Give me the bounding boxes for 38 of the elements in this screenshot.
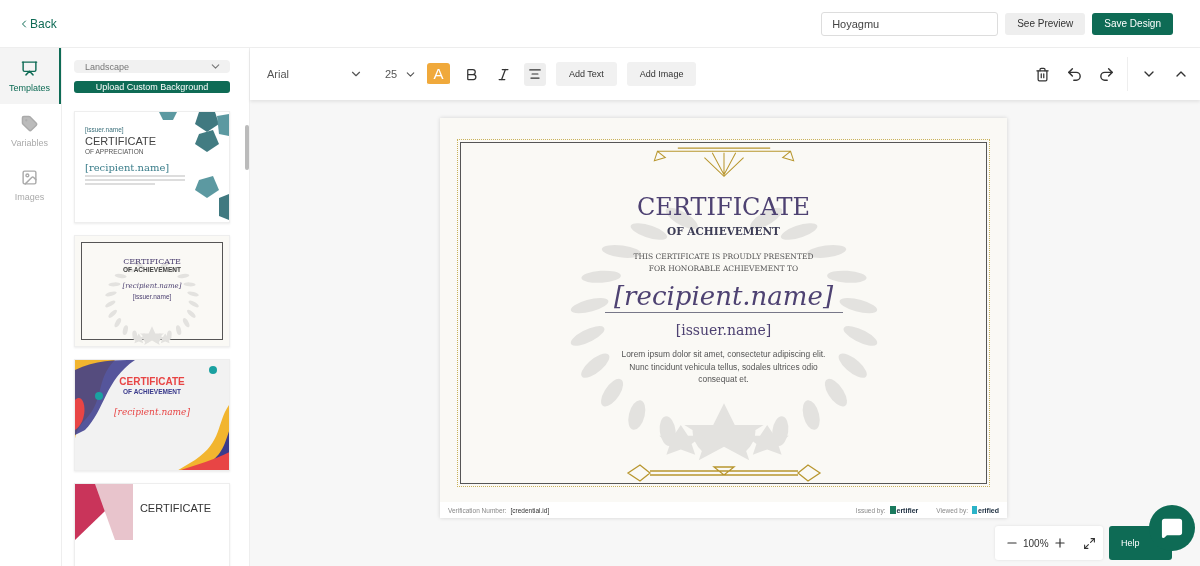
recipient-placeholder: [recipient.name] bbox=[85, 161, 171, 174]
sidebar-tab[interactable]: Templates bbox=[0, 48, 61, 104]
scrollbar-thumb[interactable] bbox=[245, 125, 249, 170]
template-title: CERTIFICATE bbox=[123, 257, 181, 267]
trash-icon bbox=[1034, 66, 1050, 82]
recipient-placeholder: [recipient.name] bbox=[604, 281, 843, 313]
template-title: CERTIFICATE bbox=[119, 376, 185, 388]
certificate-title: CERTIFICATE bbox=[636, 193, 811, 221]
add-text-button[interactable]: Add Text bbox=[556, 62, 617, 86]
certificate-subtitle: OF ACHIEVEMENT bbox=[667, 225, 780, 237]
easel-icon bbox=[21, 59, 38, 77]
align-center-icon bbox=[528, 67, 542, 81]
align-center-button[interactable] bbox=[524, 62, 546, 86]
plus-icon bbox=[1052, 536, 1067, 550]
recipient-placeholder: [recipient.name] bbox=[114, 406, 190, 418]
template-thumbnail[interactable]: CERTIFICATE bbox=[74, 483, 230, 566]
tag-icon bbox=[21, 114, 38, 132]
design-name-field[interactable]: Hoyagmu bbox=[821, 11, 999, 36]
issuer-placeholder: [issuer.name] bbox=[675, 322, 772, 338]
redo-icon bbox=[1097, 65, 1115, 83]
triangle-drawing bbox=[75, 484, 133, 540]
undo-icon bbox=[1065, 65, 1083, 83]
see-preview-button[interactable]: See Preview bbox=[1005, 12, 1086, 35]
font-size-dropdown[interactable]: 25 bbox=[385, 67, 417, 81]
italic-icon bbox=[495, 66, 511, 82]
expand-icon bbox=[1083, 536, 1097, 550]
add-image-button[interactable]: Add Image bbox=[626, 62, 697, 86]
upload-background-button[interactable]: Upload Custom Background bbox=[74, 81, 230, 93]
description-text: Lorem ipsum dolor sit amet, consectetur adipiscing elit. Nunc tincidunt vehicula tellus, sodales ultrices odio consequat et. bbox=[620, 348, 827, 386]
orientation-dropdown[interactable]: Landscape bbox=[74, 60, 230, 73]
back-link[interactable]: Back bbox=[18, 16, 57, 31]
chat-icon bbox=[1161, 517, 1183, 539]
zoom-level: 100% bbox=[1023, 537, 1049, 549]
template-title: CERTIFICATE bbox=[139, 502, 211, 515]
image-icon bbox=[21, 168, 38, 186]
template-title: CERTIFICATE bbox=[85, 135, 158, 149]
save-design-button[interactable]: Save Design bbox=[1092, 12, 1173, 35]
font-dropdown[interactable]: Arial bbox=[267, 67, 363, 81]
